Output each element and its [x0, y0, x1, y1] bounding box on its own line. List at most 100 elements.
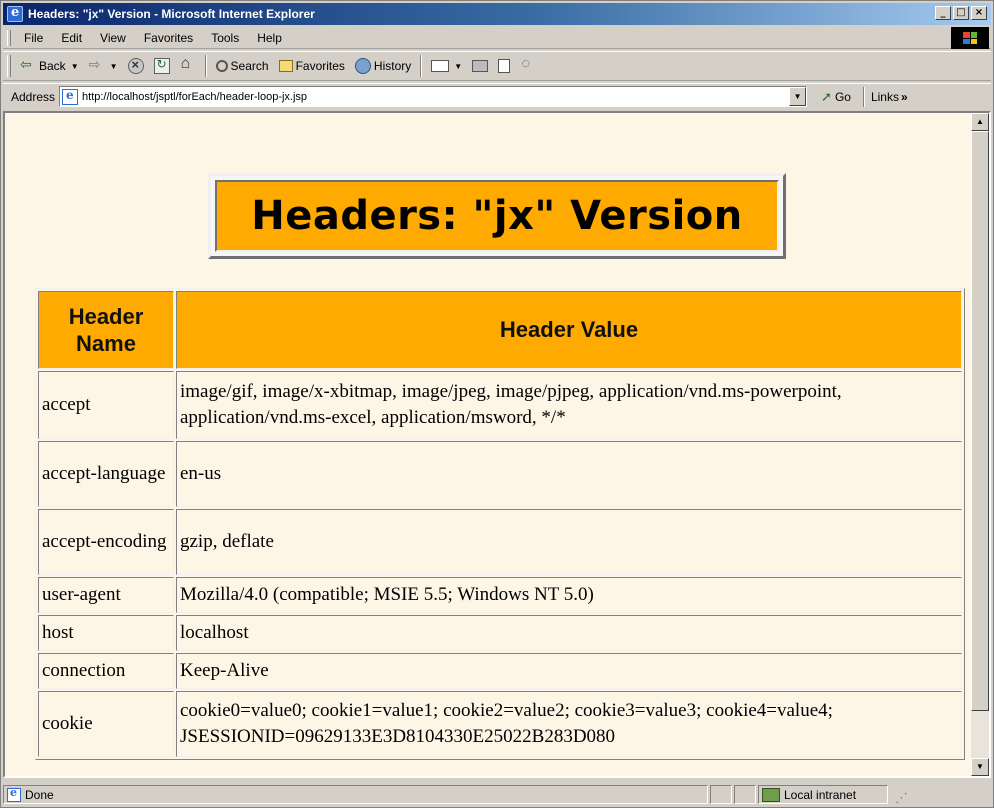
header-value-cell: image/gif, image/x-xbitmap, image/jpeg, …	[176, 371, 962, 439]
refresh-icon	[153, 57, 170, 74]
mail-icon	[431, 60, 450, 72]
menu-file[interactable]: File	[15, 31, 52, 45]
minimize-button[interactable]: _	[935, 6, 951, 20]
column-header-value: Header Value	[176, 291, 962, 369]
favorites-button[interactable]: Favorites	[274, 54, 350, 78]
mail-button[interactable]: ▼	[426, 54, 467, 78]
header-value-cell: cookie0=value0; cookie1=value1; cookie2=…	[176, 691, 962, 757]
table-row: host localhost	[38, 615, 962, 651]
table-row: accept-language en-us	[38, 441, 962, 507]
zone-label: Local intranet	[784, 787, 857, 802]
header-name-cell: accept-language	[38, 441, 174, 507]
status-panel-empty	[734, 785, 756, 804]
header-name-cell: cookie	[38, 691, 174, 757]
toolbar-separator	[420, 55, 423, 77]
search-label: Search	[230, 59, 269, 73]
page-icon	[62, 88, 79, 105]
standard-toolbar: Back ▼ ▼ Search Favorites History ▼	[3, 51, 991, 81]
heading-inner: Headers: "jx" Version	[215, 180, 779, 252]
menu-edit[interactable]: Edit	[52, 31, 91, 45]
address-label: Address	[11, 89, 56, 104]
maximize-button[interactable]: □	[953, 6, 969, 20]
page-content: Headers: "jx" Version Header Name Header…	[5, 113, 971, 776]
menu-grip[interactable]	[7, 29, 11, 46]
forward-dropdown-icon[interactable]: ▼	[110, 62, 118, 71]
menu-help[interactable]: Help	[248, 31, 291, 45]
menu-favorites[interactable]: Favorites	[135, 31, 202, 45]
heading-box: Headers: "jx" Version	[208, 173, 786, 259]
vertical-scrollbar[interactable]: ▲ ▼	[971, 113, 989, 776]
table-row: user-agent Mozilla/4.0 (compatible; MSIE…	[38, 577, 962, 613]
header-name-cell: user-agent	[38, 577, 174, 613]
mail-dropdown-icon[interactable]: ▼	[454, 62, 462, 71]
address-dropdown-icon[interactable]: ▼	[789, 87, 807, 106]
page-done-icon	[7, 786, 21, 802]
headers-table: Header Name Header Value accept image/gi…	[35, 288, 965, 760]
scroll-up-button[interactable]: ▲	[971, 113, 989, 131]
go-button[interactable]: ➚ Go	[815, 89, 857, 105]
home-button[interactable]	[175, 54, 201, 78]
page-viewport: Headers: "jx" Version Header Name Header…	[3, 111, 991, 778]
refresh-button[interactable]	[149, 54, 175, 78]
address-url[interactable]: http://localhost/jsptl/forEach/header-lo…	[82, 91, 307, 103]
history-label: History	[373, 59, 412, 73]
search-icon	[215, 60, 228, 72]
column-header-name: Header Name	[38, 291, 174, 369]
table-row: accept-encoding gzip, deflate	[38, 509, 962, 575]
print-icon	[472, 60, 489, 72]
discuss-button[interactable]	[515, 54, 541, 78]
header-value-cell: Mozilla/4.0 (compatible; MSIE 5.5; Windo…	[176, 577, 962, 613]
forward-arrow-icon	[89, 56, 105, 74]
forward-button[interactable]: ▼	[84, 54, 123, 78]
title-bar[interactable]: Headers: "jx" Version - Microsoft Intern…	[3, 3, 991, 25]
stop-button[interactable]	[123, 54, 149, 78]
table-row: cookie cookie0=value0; cookie1=value1; c…	[38, 691, 962, 757]
status-panel-empty	[710, 785, 732, 804]
scroll-thumb[interactable]	[971, 131, 989, 711]
search-button[interactable]: Search	[211, 54, 274, 78]
links-button[interactable]: Links»	[865, 90, 908, 104]
status-bar: Done Local intranet	[3, 784, 991, 806]
ie-icon	[7, 5, 23, 22]
stop-icon	[127, 57, 144, 74]
table-row: accept image/gif, image/x-xbitmap, image…	[38, 371, 962, 439]
address-input[interactable]: http://localhost/jsptl/forEach/header-lo…	[59, 86, 808, 107]
history-button[interactable]: History	[350, 54, 416, 78]
page-title: Headers: "jx" Version	[251, 193, 743, 239]
header-value-cell: gzip, deflate	[176, 509, 962, 575]
header-name-cell: connection	[38, 653, 174, 689]
links-label: Links	[870, 89, 899, 104]
status-text-panel: Done	[3, 785, 708, 804]
menu-view[interactable]: View	[91, 31, 135, 45]
links-chevron-icon[interactable]: »	[901, 90, 908, 104]
scroll-down-button[interactable]: ▼	[971, 758, 989, 776]
back-label: Back	[39, 59, 66, 73]
table-row: connection Keep-Alive	[38, 653, 962, 689]
favorites-icon	[278, 60, 293, 72]
back-button[interactable]: Back ▼	[15, 54, 84, 78]
windows-flag-icon	[963, 32, 977, 44]
window-controls: _ □ ×	[935, 6, 987, 20]
back-dropdown-icon[interactable]: ▼	[71, 62, 79, 71]
toolbar-separator	[204, 55, 207, 77]
close-button[interactable]: ×	[971, 6, 987, 20]
print-button[interactable]	[467, 54, 493, 78]
table-header-row: Header Name Header Value	[38, 291, 962, 369]
menu-bar: File Edit View Favorites Tools Help	[3, 27, 991, 49]
home-icon	[180, 55, 196, 74]
back-arrow-icon	[20, 56, 36, 74]
header-name-cell: host	[38, 615, 174, 651]
windows-logo-throbber	[951, 27, 989, 49]
header-value-cell: localhost	[176, 615, 962, 651]
favorites-label: Favorites	[295, 59, 345, 73]
header-name-cell: accept-encoding	[38, 509, 174, 575]
status-text: Done	[25, 787, 54, 802]
header-name-cell: accept	[38, 371, 174, 439]
intranet-zone-icon	[762, 787, 780, 802]
edit-button[interactable]	[493, 54, 515, 78]
header-value-cell: Keep-Alive	[176, 653, 962, 689]
toolbar-grip[interactable]	[7, 55, 11, 77]
menu-tools[interactable]: Tools	[202, 31, 248, 45]
resize-grip-icon[interactable]	[892, 787, 908, 806]
go-label: Go	[834, 89, 851, 104]
